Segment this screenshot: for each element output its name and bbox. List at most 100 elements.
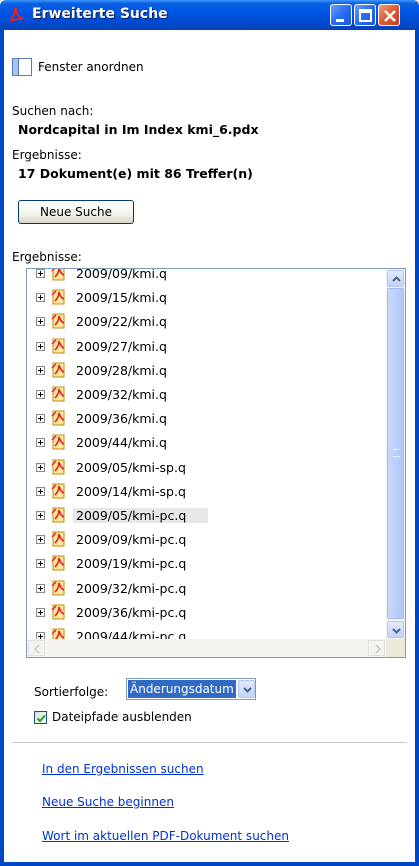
search-panel: Fenster anordnen Suchen nach: Nordcapita…: [4, 30, 415, 862]
new-search-button[interactable]: Neue Suche: [18, 200, 134, 224]
pdf-document-icon: [51, 555, 65, 571]
horizontal-scrollbar[interactable]: [27, 639, 386, 657]
result-item-name: 2009/44/kmi.q: [76, 435, 167, 451]
expand-icon[interactable]: [36, 390, 45, 399]
window-title: Erweiterte Suche: [32, 6, 168, 22]
sort-order-value: Änderungsdatum: [128, 680, 236, 698]
scroll-thumb[interactable]: [387, 288, 404, 619]
vertical-scrollbar[interactable]: [386, 269, 405, 639]
expand-icon[interactable]: [36, 293, 45, 303]
close-button[interactable]: [378, 4, 400, 26]
result-item-name: 2009/32/kmi.q: [76, 387, 167, 402]
result-item[interactable]: 2009/19/kmi-pc.q: [27, 553, 386, 577]
expand-icon[interactable]: [36, 486, 45, 496]
pdf-document-icon: [51, 628, 65, 639]
result-item-name: 2009/44/kmi-pc.q: [76, 629, 187, 639]
results-list[interactable]: 2009/09/kmi.q 2009/15/kmi.q 2009/22/kmi.q 2…: [27, 269, 386, 639]
result-item-name: 2009/14/kmi-sp.q: [76, 483, 186, 499]
result-item-name: 2009/15/kmi.q: [76, 290, 167, 306]
minimize-button[interactable]: [330, 4, 352, 26]
result-item[interactable]: 2009/15/kmi.q: [27, 287, 386, 311]
pdf-document-icon: [51, 410, 65, 426]
expand-icon[interactable]: [36, 414, 45, 424]
pdf-document-icon: [51, 531, 65, 547]
pdf-document-icon: [51, 507, 65, 523]
pdf-document-icon: [51, 483, 65, 499]
search-for-value: Nordcapital in Im Index kmi_6.pdx: [18, 122, 259, 137]
search-for-label: Suchen nach:: [12, 104, 94, 118]
result-item-name: 2009/28/kmi.q: [76, 362, 167, 378]
pdf-document-icon: [51, 362, 65, 378]
dropdown-button[interactable]: [238, 680, 255, 698]
result-item-name: 2009/36/kmi.q: [76, 411, 167, 427]
close-icon: [384, 10, 396, 22]
results-list-label: Ergebnisse:: [12, 250, 82, 264]
pdf-document-icon: [51, 604, 65, 620]
result-item[interactable]: 2009/09/kmi-pc.q: [27, 529, 386, 553]
result-item[interactable]: 2009/05/kmi-sp.q: [27, 457, 386, 481]
result-item-name: 2009/36/kmi-pc.q: [76, 604, 187, 620]
new-search-link[interactable]: Neue Suche beginnen: [42, 795, 174, 809]
result-item[interactable]: 2009/36/kmi.q: [27, 408, 386, 432]
result-item[interactable]: 2009/36/kmi-pc.q: [27, 602, 386, 626]
scrollbar-corner: [386, 639, 405, 657]
sort-order-label: Sortierfolge:: [34, 685, 109, 699]
expand-icon[interactable]: [36, 583, 45, 593]
results-tree[interactable]: 2009/09/kmi.q 2009/15/kmi.q 2009/22/kmi.q 2…: [26, 268, 406, 658]
result-item[interactable]: 2009/14/kmi-sp.q: [27, 481, 386, 505]
chevron-down-icon: [243, 687, 252, 693]
checkmark-icon: [36, 714, 46, 723]
result-item-name: 2009/09/kmi-pc.q: [76, 532, 187, 548]
expand-icon[interactable]: [36, 607, 45, 617]
hide-paths-label: Dateipfade ausblenden: [52, 710, 192, 724]
title-bar[interactable]: Erweiterte Suche: [0, 0, 419, 30]
maximize-icon: [359, 9, 372, 22]
search-in-results-link[interactable]: In den Ergebnissen suchen: [42, 762, 204, 776]
maximize-button[interactable]: [354, 4, 376, 26]
minimize-icon: [336, 19, 344, 22]
result-item[interactable]: 2009/09/kmi.q: [27, 269, 386, 287]
scroll-down-button[interactable]: [387, 621, 404, 638]
expand-icon[interactable]: [36, 511, 45, 520]
result-item[interactable]: 2009/32/kmi.q: [27, 384, 386, 408]
expand-icon[interactable]: [36, 559, 45, 569]
result-item[interactable]: 2009/22/kmi.q: [27, 311, 386, 335]
pdf-document-icon: [51, 580, 65, 596]
results-count-value: 17 Dokument(e) mit 86 Treffer(n): [18, 166, 253, 181]
hide-paths-checkbox[interactable]: [34, 711, 47, 724]
pdf-document-icon: [51, 386, 65, 402]
result-item-name: 2009/09/kmi.q: [76, 269, 167, 281]
scroll-left-button[interactable]: [28, 640, 45, 656]
expand-icon[interactable]: [36, 365, 45, 375]
result-item-name: 2009/22/kmi.q: [76, 314, 167, 330]
pdf-document-icon: [51, 269, 65, 281]
chevron-right-icon: [375, 644, 382, 654]
results-count-label: Ergebnisse:: [12, 148, 82, 162]
separator: [12, 742, 407, 743]
chevron-left-icon: [33, 644, 40, 654]
result-item-name: 2009/19/kmi-pc.q: [76, 556, 187, 572]
expand-icon[interactable]: [36, 462, 45, 472]
expand-icon[interactable]: [36, 535, 45, 545]
pdf-document-icon: [51, 289, 65, 305]
result-item[interactable]: 2009/44/kmi.q: [27, 432, 386, 456]
expand-icon[interactable]: [36, 438, 45, 448]
result-item[interactable]: 2009/27/kmi.q: [27, 336, 386, 360]
result-item[interactable]: 2009/44/kmi-pc.q: [27, 626, 386, 639]
expand-icon[interactable]: [36, 341, 45, 351]
search-current-pdf-link[interactable]: Wort im aktuellen PDF-Dokument suchen: [42, 829, 289, 843]
result-item[interactable]: 2009/05/kmi-pc.q: [27, 505, 386, 529]
expand-icon[interactable]: [36, 632, 45, 639]
expand-icon[interactable]: [36, 269, 45, 278]
sort-order-select[interactable]: Änderungsdatum: [126, 678, 256, 700]
scroll-up-button[interactable]: [387, 270, 404, 287]
chevron-down-icon: [392, 628, 401, 634]
acrobat-icon: [10, 7, 24, 23]
result-item[interactable]: 2009/32/kmi-pc.q: [27, 578, 386, 602]
result-item-name: 2009/05/kmi-pc.q: [73, 508, 208, 523]
expand-icon[interactable]: [36, 317, 45, 327]
result-item[interactable]: 2009/28/kmi.q: [27, 360, 386, 384]
scroll-right-button[interactable]: [368, 640, 385, 656]
arrange-windows-label: Fenster anordnen: [38, 60, 144, 74]
pdf-document-icon: [51, 338, 65, 354]
